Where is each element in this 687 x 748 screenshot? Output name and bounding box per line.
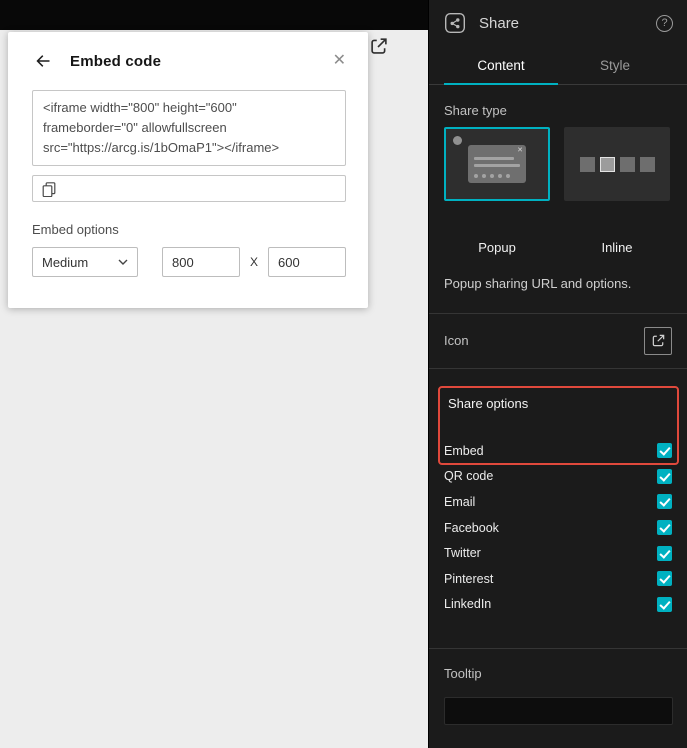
back-arrow-icon[interactable] <box>34 52 52 70</box>
copy-icon[interactable] <box>41 181 57 197</box>
inline-square <box>639 156 655 172</box>
height-input[interactable] <box>268 247 346 278</box>
option-label: Facebook <box>444 520 499 535</box>
share-options-label: Share options <box>448 396 529 411</box>
share-type-description: Popup sharing URL and options. <box>444 276 632 291</box>
tab-content[interactable]: Content <box>444 46 558 85</box>
inline-square <box>619 156 635 172</box>
settings-tabs: Content Style <box>429 46 687 85</box>
pinterest-checkbox[interactable] <box>657 571 672 587</box>
icon-picker-button[interactable] <box>644 326 672 355</box>
chevron-down-icon <box>118 259 128 266</box>
panel-header: Share ? <box>429 0 687 46</box>
embed-size-controls: Medium X <box>32 247 346 278</box>
share-option-twitter: Twitter <box>444 540 672 566</box>
share-option-qr-code: QR code <box>444 464 672 490</box>
popup-preview: ✕ <box>468 145 526 183</box>
preview-dot-icon <box>453 136 462 145</box>
tab-style[interactable]: Style <box>558 46 672 84</box>
option-label: Twitter <box>444 546 481 561</box>
preview-line <box>474 164 520 167</box>
inline-square <box>579 156 595 172</box>
linkedin-checkbox[interactable] <box>657 596 672 612</box>
preview-line <box>474 157 514 160</box>
size-preset-value: Medium <box>42 254 89 270</box>
share-option-embed: Embed <box>444 438 672 464</box>
export-icon[interactable] <box>369 36 389 56</box>
icon-section-label: Icon <box>444 333 469 348</box>
close-icon[interactable]: ✕ <box>333 53 346 69</box>
share-settings-panel: Share ? Content Style Share type ✕ Popup… <box>428 0 687 748</box>
embed-code-textarea[interactable]: <iframe width="800" height="600" framebo… <box>32 90 346 167</box>
share-options-list: Embed QR code Email Facebook Twitter Pin… <box>444 438 672 617</box>
dialog-title: Embed code <box>70 52 162 70</box>
divider <box>429 368 687 369</box>
dialog-header: Embed code ✕ <box>8 32 368 72</box>
option-label: Embed <box>444 443 484 458</box>
share-widget-icon <box>443 11 467 35</box>
copy-bar[interactable] <box>32 175 346 203</box>
option-label: Email <box>444 494 476 509</box>
embed-options-label: Embed options <box>32 222 119 238</box>
app-canvas: Embed code ✕ <iframe width="800" height=… <box>0 0 428 748</box>
icon-section: Icon <box>444 313 672 368</box>
email-checkbox[interactable] <box>657 494 672 510</box>
size-preset-select[interactable]: Medium <box>32 247 138 278</box>
tooltip-label: Tooltip <box>444 666 482 681</box>
share-option-facebook: Facebook <box>444 515 672 541</box>
facebook-checkbox[interactable] <box>657 520 672 536</box>
preview-dots <box>474 174 510 178</box>
tooltip-input[interactable] <box>444 697 673 725</box>
panel-title: Share <box>479 14 520 32</box>
popup-close-icon: ✕ <box>517 147 523 154</box>
share-option-linkedin: LinkedIn <box>444 592 672 618</box>
inline-card-label: Inline <box>601 240 633 255</box>
share-option-email: Email <box>444 489 672 515</box>
option-label: QR code <box>444 469 494 484</box>
embed-checkbox[interactable] <box>657 443 672 459</box>
share-type-inline-card[interactable] <box>564 127 670 201</box>
inline-preview <box>564 127 670 201</box>
popup-card-label: Popup <box>478 240 516 255</box>
inline-square-active <box>599 156 615 172</box>
share-type-label: Share type <box>444 103 507 118</box>
share-type-popup-card[interactable]: ✕ <box>444 127 550 201</box>
dimension-separator: X <box>249 255 258 270</box>
option-label: LinkedIn <box>444 597 492 612</box>
option-label: Pinterest <box>444 571 494 586</box>
embed-code-dialog: Embed code ✕ <iframe width="800" height=… <box>8 32 368 308</box>
divider <box>429 648 687 649</box>
help-icon[interactable]: ? <box>656 14 673 32</box>
screen: Embed code ✕ <iframe width="800" height=… <box>0 0 687 748</box>
width-input[interactable] <box>161 247 240 278</box>
share-option-pinterest: Pinterest <box>444 566 672 592</box>
twitter-checkbox[interactable] <box>657 545 672 561</box>
app-topbar <box>0 0 428 30</box>
qr-code-checkbox[interactable] <box>657 468 672 484</box>
